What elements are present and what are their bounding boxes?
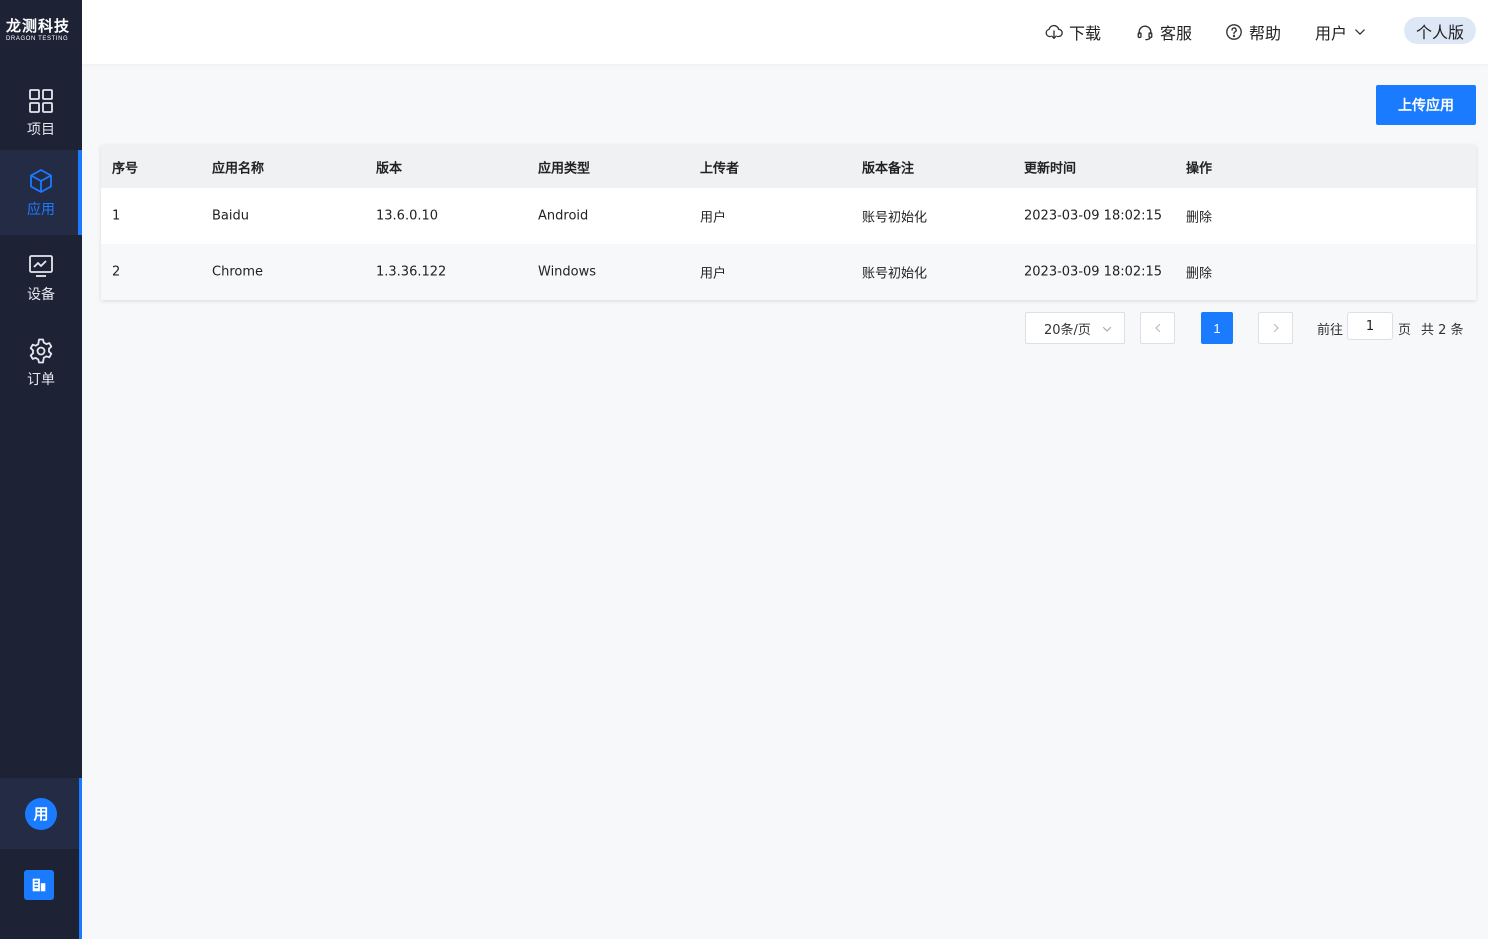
cloud-download-icon xyxy=(1045,24,1063,39)
prev-page-button[interactable] xyxy=(1140,312,1175,344)
user-label: 用户 xyxy=(1315,24,1348,43)
table-header-row: 序号 应用名称 版本 应用类型 上传者 版本备注 更新时间 操作 xyxy=(101,145,1476,188)
brand-name-cn: 龙测科技 xyxy=(6,17,71,35)
sidebar-item-orders[interactable]: 订单 xyxy=(0,320,82,405)
chevron-down-icon xyxy=(1102,326,1112,332)
grid-icon xyxy=(29,88,53,113)
sidebar-item-label: 应用 xyxy=(27,201,55,218)
customer-service-link[interactable]: 客服 xyxy=(1136,20,1192,44)
help-link[interactable]: 帮助 xyxy=(1225,20,1281,44)
edition-badge[interactable]: 个人版 xyxy=(1404,17,1476,44)
cell-app-name: Baidu xyxy=(212,208,249,224)
goto-suffix: 页 xyxy=(1398,323,1412,338)
sidebar-item-label: 项目 xyxy=(27,121,55,138)
cube-icon xyxy=(30,168,52,193)
avatar[interactable]: 用 xyxy=(25,797,57,830)
column-header-version[interactable]: 版本 xyxy=(376,157,402,176)
gear-icon xyxy=(29,338,53,363)
sidebar-bottom: 用 xyxy=(0,778,82,939)
sidebar-item-devices[interactable]: 设备 xyxy=(0,235,82,320)
column-header-uploader[interactable]: 上传者 xyxy=(700,157,739,176)
column-header-updated-at[interactable]: 更新时间 xyxy=(1024,157,1076,176)
cell-app-type: Windows xyxy=(538,264,597,280)
document-icon[interactable] xyxy=(24,870,54,900)
monitor-icon xyxy=(29,254,53,277)
sidebar-item-projects[interactable]: 项目 xyxy=(0,70,82,155)
cell-uploader: 用户 xyxy=(700,210,727,226)
cell-updated-at: 2023-03-09 18:02:15 xyxy=(1024,264,1163,280)
column-header-actions: 操作 xyxy=(1186,161,1213,176)
cell-version: 13.6.0.10 xyxy=(376,208,439,224)
page-size-value: 20条/页 xyxy=(1044,322,1091,338)
next-page-button[interactable] xyxy=(1258,312,1293,344)
cell-version: 1.3.36.122 xyxy=(376,264,447,280)
sidebar: 龙测科技 DRAGON TESTING 项目 应用 设备 订单 用 xyxy=(0,0,82,939)
chevron-left-icon xyxy=(1154,323,1160,333)
goto-prefix: 前往 xyxy=(1317,323,1344,338)
sidebar-item-label: 订单 xyxy=(27,371,55,388)
sidebar-item-apps[interactable]: 应用 xyxy=(0,150,82,235)
page-size-select[interactable]: 20条/页 xyxy=(1025,312,1125,344)
download-label: 下载 xyxy=(1069,24,1102,43)
goto-page-input[interactable] xyxy=(1347,312,1393,340)
brand-name-en: DRAGON TESTING xyxy=(6,36,69,42)
table-row[interactable]: 2 Chrome 1.3.36.122 Windows 用户 账号初始化 202… xyxy=(101,244,1476,300)
cell-uploader: 用户 xyxy=(700,266,727,282)
cell-version-note: 账号初始化 xyxy=(862,266,928,282)
brand-logo[interactable]: 龙测科技 DRAGON TESTING xyxy=(0,0,82,64)
column-header-index[interactable]: 序号 xyxy=(112,157,138,176)
service-label: 客服 xyxy=(1160,24,1193,43)
headset-icon xyxy=(1137,25,1153,41)
apps-table: 序号 应用名称 版本 应用类型 上传者 版本备注 更新时间 操作 1 Baidu… xyxy=(101,145,1476,300)
avatar-container[interactable]: 用 xyxy=(0,778,82,849)
help-label: 帮助 xyxy=(1249,24,1282,43)
delete-button[interactable]: 删除 xyxy=(1186,263,1212,282)
page-number-current[interactable]: 1 xyxy=(1201,312,1233,344)
column-header-app-name[interactable]: 应用名称 xyxy=(212,157,264,176)
cell-index: 2 xyxy=(112,264,121,280)
download-link[interactable]: 下载 xyxy=(1045,20,1101,44)
cell-version-note: 账号初始化 xyxy=(862,210,928,226)
column-header-version-note[interactable]: 版本备注 xyxy=(862,157,914,176)
sidebar-item-label: 设备 xyxy=(27,286,55,303)
user-menu[interactable]: 用户 xyxy=(1315,20,1367,44)
table-row[interactable]: 1 Baidu 13.6.0.10 Android 用户 账号初始化 2023-… xyxy=(101,188,1476,244)
cell-index: 1 xyxy=(112,208,121,224)
upload-app-button[interactable]: 上传应用 xyxy=(1376,85,1476,125)
cell-app-type: Android xyxy=(538,208,589,224)
delete-button[interactable]: 删除 xyxy=(1186,207,1212,226)
cell-updated-at: 2023-03-09 18:02:15 xyxy=(1024,208,1163,224)
top-header: 下载 客服 帮助 用户 个人版 xyxy=(82,0,1488,64)
chevron-down-icon xyxy=(1355,29,1365,35)
cell-app-name: Chrome xyxy=(212,264,263,280)
chevron-right-icon xyxy=(1273,323,1279,333)
help-circle-icon xyxy=(1226,24,1242,40)
total-count: 共 2 条 xyxy=(1421,323,1464,338)
column-header-app-type[interactable]: 应用类型 xyxy=(538,157,590,176)
